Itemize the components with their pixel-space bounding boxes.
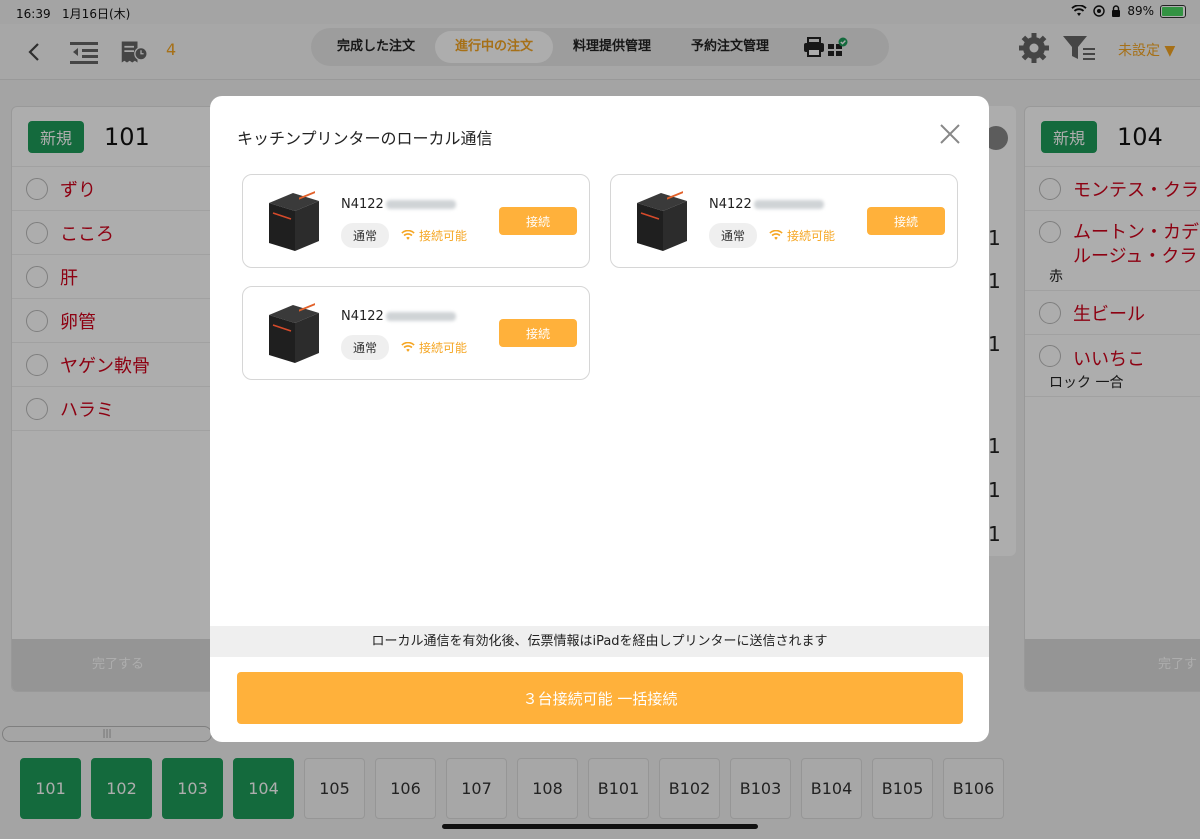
home-indicator[interactable] [442,824,758,829]
printer-card: N4122 通常 接続可能 接続 [610,174,958,268]
local-communication-notice: ローカル通信を有効化後、伝票情報はiPadを経由しプリンターに送信されます [210,626,989,657]
connect-button[interactable]: 接続 [867,207,945,235]
printer-image [637,191,687,251]
kitchen-printer-modal: キッチンプリンターのローカル通信 N4122 通常 接続可能 接続 N4122 … [210,96,989,742]
bulk-connect-button[interactable]: ３台接続可能 一括接続 [237,672,963,724]
printer-mode-badge: 通常 [709,223,758,248]
connect-button[interactable]: 接続 [499,319,577,347]
connect-button[interactable]: 接続 [499,207,577,235]
printer-mode-badge: 通常 [341,223,390,248]
printer-card: N4122 通常 接続可能 接続 [242,286,590,380]
printer-image [269,191,319,251]
printer-name: N4122 [341,197,456,212]
wifi-icon [769,230,783,240]
printer-name: N4122 [709,197,824,212]
printer-name: N4122 [341,309,456,324]
modal-title: キッチンプリンターのローカル通信 [237,129,493,148]
printer-status: 接続可能 [769,227,835,244]
printer-status: 接続可能 [401,227,467,244]
printer-image [269,303,319,363]
close-icon[interactable] [938,122,962,146]
printer-mode-badge: 通常 [341,335,390,360]
wifi-icon [401,230,415,240]
printer-card: N4122 通常 接続可能 接続 [242,174,590,268]
printer-status: 接続可能 [401,339,467,356]
wifi-icon [401,342,415,352]
